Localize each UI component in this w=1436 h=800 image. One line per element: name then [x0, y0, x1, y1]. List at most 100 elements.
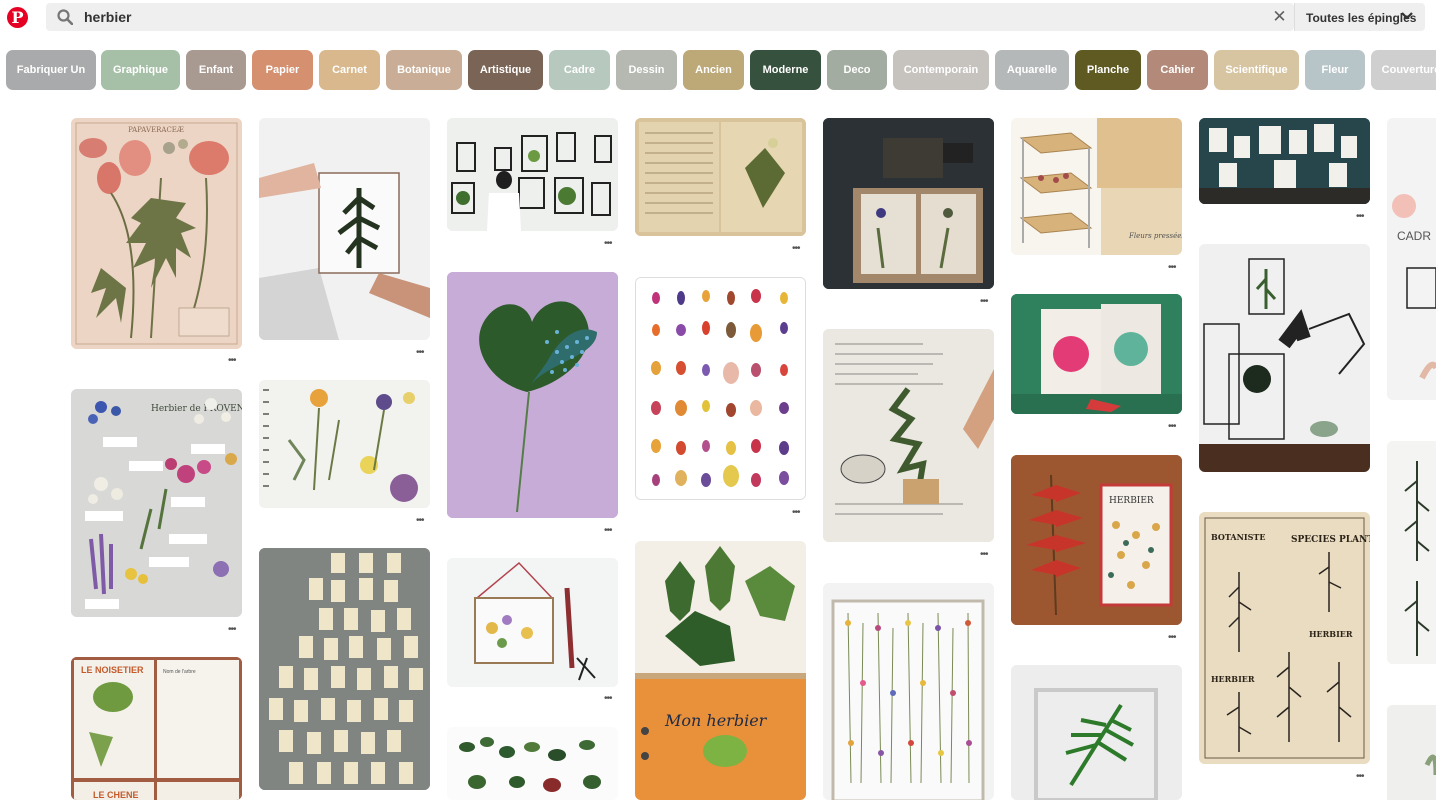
more-icon[interactable]: •••	[1356, 772, 1364, 782]
pin-image[interactable]: SPECIES PLANTARUM BOTANISTE HERBIER HERB…	[1199, 512, 1370, 764]
pin-image[interactable]	[823, 118, 994, 289]
more-icon[interactable]: •••	[604, 526, 612, 536]
field-journal	[823, 329, 994, 542]
pinterest-logo[interactable]: P	[7, 7, 28, 28]
pin-image[interactable]	[1199, 244, 1370, 472]
guide-chip[interactable]: Graphique	[101, 50, 180, 90]
botanical-print-pin	[1387, 441, 1436, 664]
guide-chip[interactable]: Carnet	[319, 50, 380, 90]
cadre-pin: CADR	[1387, 118, 1436, 400]
window-frames	[447, 118, 618, 231]
lamp-frames	[1199, 244, 1370, 472]
pin-image[interactable]	[823, 329, 994, 542]
partial-pin	[1387, 705, 1436, 800]
noisetier-title: LE NOISETIER	[81, 665, 144, 675]
flower-press: Fleurs pressées	[1011, 118, 1182, 255]
herbier-book-red-leaves: HERBIER	[1011, 455, 1182, 625]
more-icon[interactable]: •••	[604, 694, 612, 704]
more-icon[interactable]: •••	[416, 516, 424, 526]
poppy-illustration: PAPAVERACEÆ	[71, 118, 242, 349]
pin-image[interactable]	[1387, 705, 1436, 800]
more-icon[interactable]: •••	[1168, 422, 1176, 432]
logo-letter: P	[11, 8, 24, 27]
guide-chip[interactable]: Ancien	[683, 50, 744, 90]
search-input[interactable]: herbier	[84, 9, 131, 25]
guide-chip[interactable]: Dessin	[616, 50, 677, 90]
chene-title: LE CHENE	[93, 790, 139, 800]
print-book	[1011, 294, 1182, 414]
guide-chip[interactable]: Artistique	[468, 50, 543, 90]
herbier-title-a: HERBIER	[1309, 629, 1353, 639]
mon-herbier-notebook: Mon herbier	[635, 541, 806, 800]
guide-chip[interactable]: Aquarelle	[995, 50, 1069, 90]
pin-image[interactable]	[635, 277, 806, 500]
search-bar[interactable]	[46, 3, 1294, 31]
guide-chip[interactable]: Cadre	[549, 50, 610, 90]
palm-frame	[1011, 665, 1182, 800]
pin-image[interactable]: CADR	[1387, 118, 1436, 400]
guide-chip[interactable]: Scientifique	[1214, 50, 1299, 90]
pin-image[interactable]	[1199, 118, 1370, 204]
cadre-text: CADR	[1397, 229, 1431, 243]
guide-chip[interactable]: Papier	[252, 50, 313, 90]
more-icon[interactable]: •••	[228, 356, 236, 366]
pin-image[interactable]	[447, 558, 618, 687]
botaniste-title: BOTANISTE	[1211, 532, 1265, 542]
wall-gallery	[1199, 118, 1370, 204]
more-icon[interactable]: •••	[1356, 212, 1364, 222]
sketchbook-flowers	[259, 380, 430, 508]
search-guides: Fabriquer Un Graphique Enfant Papier Car…	[0, 50, 1436, 90]
pin-image[interactable]: PAPAVERACEÆ	[71, 118, 242, 349]
pin-image[interactable]	[259, 380, 430, 508]
guide-chip[interactable]: Planche	[1075, 50, 1141, 90]
noisetier-subtitle: Nom de l'arbre	[163, 669, 196, 675]
fig-leaf	[447, 272, 618, 518]
pin-image[interactable]	[447, 727, 618, 800]
petals-chart	[636, 278, 805, 499]
pin-image[interactable]	[1011, 665, 1182, 800]
hanging-frame	[447, 558, 618, 687]
mon-herbier-label: Mon herbier	[664, 711, 768, 730]
noisetier-notebook: LE NOISETIER Nom de l'arbre LE CHENE	[71, 657, 242, 800]
more-icon[interactable]: •••	[792, 508, 800, 518]
pin-image[interactable]	[635, 118, 806, 236]
herbier-title-b: HERBIER	[1211, 674, 1255, 684]
guide-chip[interactable]: Contemporain	[893, 50, 989, 90]
guide-chip[interactable]: Botanique	[386, 50, 462, 90]
more-icon[interactable]: •••	[604, 239, 612, 249]
pin-image[interactable]: LE NOISETIER Nom de l'arbre LE CHENE	[71, 657, 242, 800]
pin-image[interactable]	[447, 272, 618, 518]
pin-image[interactable]	[1011, 294, 1182, 414]
more-icon[interactable]: •••	[980, 550, 988, 560]
more-icon[interactable]: •••	[1168, 263, 1176, 273]
more-icon[interactable]: •••	[792, 244, 800, 254]
pin-image[interactable]	[259, 118, 430, 340]
guide-chip[interactable]: Deco	[827, 50, 887, 90]
pin-image[interactable]: HERBIER	[1011, 455, 1182, 625]
framed-wildflowers	[823, 583, 994, 800]
close-icon[interactable]: ✕	[1271, 8, 1288, 25]
more-icon[interactable]: •••	[416, 348, 424, 358]
glass-frame-illustration	[259, 118, 430, 340]
chevron-down-icon	[1401, 12, 1413, 20]
pin-image[interactable]	[1387, 441, 1436, 664]
pin-image[interactable]: Mon herbier	[635, 541, 806, 800]
guide-chip[interactable]: Cahier	[1147, 50, 1208, 90]
header: P herbier ✕ Toutes les épingles	[0, 0, 1436, 36]
guide-chip[interactable]: Moderne	[750, 50, 821, 90]
guide-chip[interactable]: Fabriquer Un	[6, 50, 96, 90]
more-icon[interactable]: •••	[980, 297, 988, 307]
guide-chip[interactable]: Couverture	[1371, 50, 1436, 90]
herbier-provence-illustration: Herbier de PROVENCE	[71, 389, 242, 617]
pin-image[interactable]	[259, 548, 430, 790]
pin-image[interactable]	[823, 583, 994, 800]
pin-image[interactable]: Fleurs pressées	[1011, 118, 1182, 255]
guide-chip[interactable]: Enfant	[186, 50, 246, 90]
scrapbook-desk	[823, 118, 994, 289]
more-icon[interactable]: •••	[228, 625, 236, 635]
guide-chip[interactable]: Fleur	[1305, 50, 1365, 90]
pin-image[interactable]	[447, 118, 618, 231]
species-plantarum: SPECIES PLANTARUM BOTANISTE HERBIER HERB…	[1199, 512, 1370, 764]
more-icon[interactable]: •••	[1168, 633, 1176, 643]
pin-image[interactable]: Herbier de PROVENCE	[71, 389, 242, 617]
